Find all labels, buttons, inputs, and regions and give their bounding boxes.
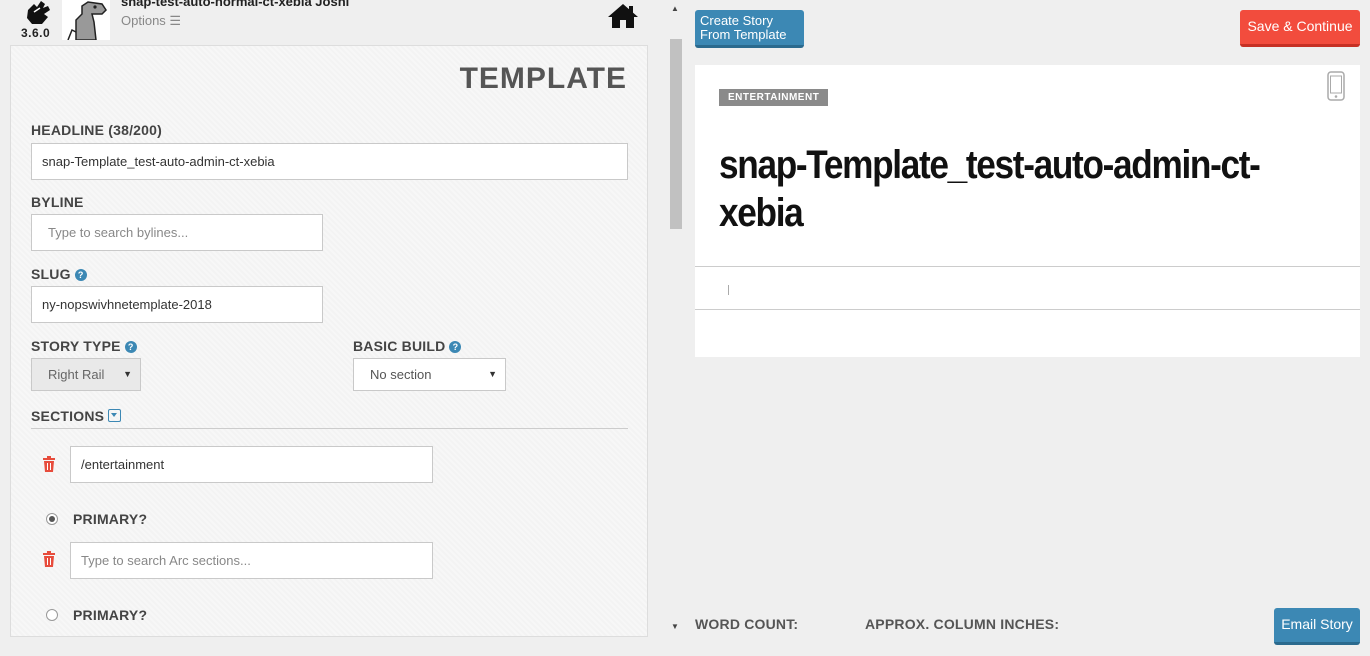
hand-logo-icon: [27, 1, 50, 24]
help-icon[interactable]: ?: [74, 269, 87, 281]
primary-radio[interactable]: [46, 609, 58, 621]
column-inches-label: APPROX. COLUMN INCHES:: [865, 616, 1060, 632]
template-form-panel: TEMPLATE HEADLINE (38/200) snap-Template…: [10, 45, 648, 637]
headline-input[interactable]: snap-Template_test-auto-admin-ct-xebia: [31, 143, 628, 180]
help-icon[interactable]: ?: [124, 341, 137, 353]
scrollbar-thumb[interactable]: [670, 39, 682, 229]
story-type-label-text: STORY TYPE: [31, 338, 121, 354]
save-continue-button[interactable]: Save & Continue: [1240, 10, 1360, 47]
story-type-label: STORY TYPE?: [31, 338, 137, 354]
story-type-select[interactable]: Right Rail ▼: [31, 358, 141, 391]
text-cursor[interactable]: [728, 285, 729, 295]
story-preview: ENTERTAINMENT snap-Template_test-auto-ad…: [695, 65, 1360, 357]
sections-label: SECTIONS: [31, 408, 122, 424]
section-search-input[interactable]: Type to search Arc sections...: [70, 542, 433, 579]
slug-input[interactable]: ny-nopswivhnetemplate-2018: [31, 286, 323, 323]
basic-build-label-text: BASIC BUILD: [353, 338, 446, 354]
mobile-preview-icon[interactable]: [1327, 71, 1345, 101]
sections-label-text: SECTIONS: [31, 408, 105, 424]
email-story-button[interactable]: Email Story: [1274, 608, 1360, 645]
chevron-down-icon: ▼: [488, 369, 497, 379]
create-from-template-button[interactable]: Create Story From Template: [695, 10, 804, 48]
scroll-down-arrow-icon[interactable]: ▼: [671, 622, 679, 631]
chevron-down-icon: ▼: [123, 369, 132, 379]
basic-build-label: BASIC BUILD?: [353, 338, 462, 354]
primary-label: PRIMARY?: [73, 607, 148, 623]
trash-icon[interactable]: [42, 551, 56, 567]
options-menu[interactable]: Options ☰: [121, 13, 181, 29]
trash-icon[interactable]: [42, 456, 56, 472]
byline-label: BYLINE: [31, 194, 84, 210]
basic-build-select[interactable]: No section ▼: [353, 358, 506, 391]
sections-divider: [31, 428, 628, 429]
headline-label: HEADLINE (38/200): [31, 122, 162, 138]
slug-label-text: SLUG: [31, 266, 71, 282]
byline-search-input[interactable]: Type to search bylines...: [31, 214, 323, 251]
story-type-value: Right Rail: [48, 367, 105, 382]
primary-label: PRIMARY?: [73, 511, 148, 527]
divider: [695, 309, 1360, 310]
panel-title: TEMPLATE: [459, 62, 627, 95]
app-header: 3.6.0 snap-test-auto-normal-ct-xebia Jos…: [0, 0, 648, 40]
section-input[interactable]: /entertainment: [70, 446, 433, 483]
app-version: 3.6.0: [21, 26, 51, 40]
collapse-toggle-icon[interactable]: [108, 409, 122, 422]
scroll-up-arrow-icon[interactable]: ▲: [671, 4, 679, 13]
divider: [695, 266, 1360, 267]
slug-label: SLUG?: [31, 266, 87, 282]
dinosaur-avatar-icon: [62, 0, 110, 40]
avatar: [62, 0, 110, 40]
help-icon[interactable]: ?: [449, 341, 462, 353]
section-tag: ENTERTAINMENT: [719, 89, 829, 106]
basic-build-value: No section: [370, 367, 432, 382]
home-icon[interactable]: [607, 3, 639, 29]
preview-headline: snap-Template_test-auto-admin-ct-xebia: [719, 143, 1261, 235]
story-title: snap-test-auto-normal-ct-xebia Joshi: [121, 0, 350, 9]
primary-radio[interactable]: [46, 513, 58, 525]
word-count-label: WORD COUNT:: [695, 616, 799, 632]
